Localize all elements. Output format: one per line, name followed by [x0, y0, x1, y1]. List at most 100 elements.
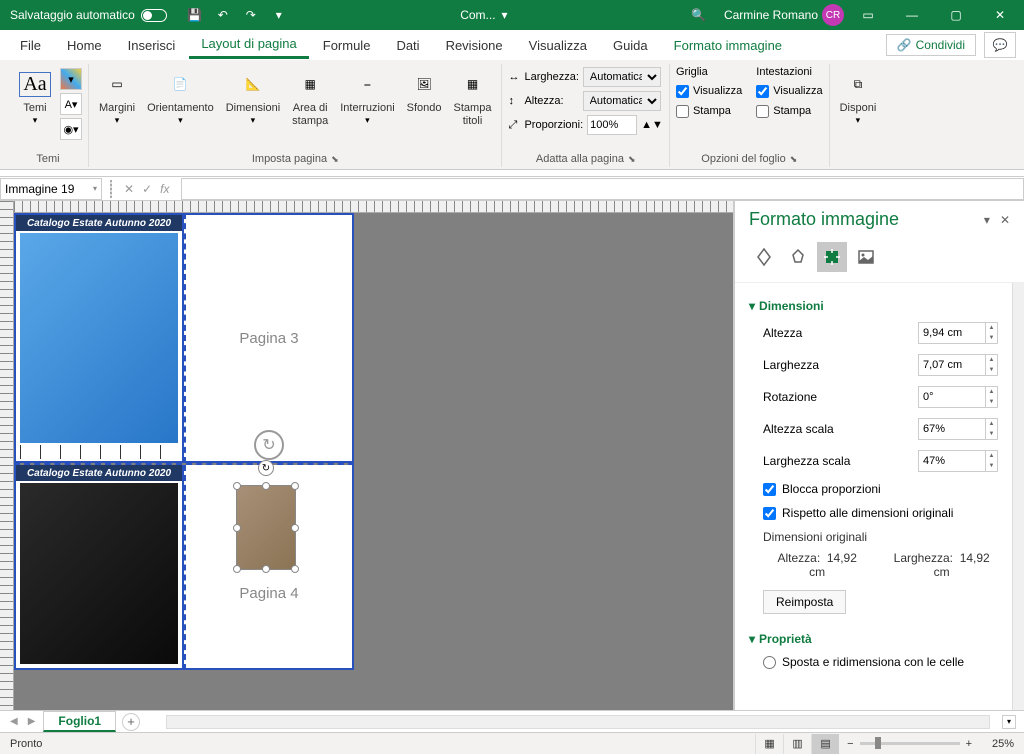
normal-view-button[interactable]: ▦ — [755, 734, 783, 754]
scale-width-input[interactable] — [918, 450, 986, 472]
fx-icon[interactable]: fx — [160, 182, 169, 196]
pane-options-icon[interactable]: ▾ — [984, 213, 990, 227]
resize-handle-w[interactable] — [233, 524, 241, 532]
print-area-button[interactable]: ▦Area di stampa — [288, 64, 332, 132]
page-rotate-icon[interactable]: ↻ — [254, 430, 284, 460]
undo-icon[interactable]: ↶ — [211, 3, 235, 27]
user-avatar[interactable]: CR — [822, 4, 844, 26]
enter-formula-icon[interactable]: ✓ — [142, 182, 152, 196]
horizontal-scrollbar[interactable] — [166, 715, 990, 729]
scale-launcher-icon[interactable]: ⬊ — [628, 154, 636, 165]
theme-effects-button[interactable]: ◉▾ — [60, 118, 82, 140]
selected-image[interactable]: ↻ — [236, 485, 296, 570]
rotation-handle[interactable]: ↻ — [258, 460, 274, 476]
tab-picture-format[interactable]: Formato immagine — [662, 31, 794, 59]
comments-button[interactable]: 💬 — [984, 32, 1016, 58]
fill-line-icon[interactable] — [749, 242, 779, 272]
sheet-nav-next[interactable]: ▶ — [26, 716, 38, 727]
tab-view[interactable]: Visualizza — [517, 31, 599, 59]
tab-file[interactable]: File — [8, 31, 53, 59]
rotation-input[interactable] — [918, 386, 986, 408]
lock-aspect-checkbox[interactable]: Blocca proporzioni — [749, 477, 998, 501]
formula-input[interactable] — [181, 178, 1024, 200]
sheet-options-launcher-icon[interactable]: ⬊ — [790, 154, 798, 165]
page-setup-launcher-icon[interactable]: ⬊ — [331, 154, 339, 165]
group-arrange: ⧉Disponi▾ — [830, 64, 887, 167]
relative-original-checkbox[interactable]: Rispetto alle dimensioni originali — [749, 501, 998, 525]
sheet-tab-foglio1[interactable]: Foglio1 — [43, 711, 116, 732]
orientation-button[interactable]: 📄Orientamento▾ — [143, 64, 218, 130]
move-size-radio[interactable]: Sposta e ridimensiona con le celle — [749, 650, 998, 674]
theme-colors-button[interactable]: ▾ — [60, 68, 82, 90]
size-button[interactable]: 📐Dimensioni▾ — [222, 64, 284, 130]
arrange-button[interactable]: ⧉Disponi▾ — [836, 64, 881, 130]
pane-opts-icon[interactable]: ▾ — [1002, 715, 1016, 729]
dimensions-section-header[interactable]: ▾ Dimensioni — [749, 295, 998, 317]
tab-home[interactable]: Home — [55, 31, 114, 59]
worksheet-canvas[interactable]: Catalogo Estate Autunno 2020 Pagina 3 Ca… — [0, 201, 734, 710]
share-button[interactable]: 🔗 Condividi — [886, 34, 976, 56]
width-input[interactable] — [918, 354, 986, 376]
resize-handle-nw[interactable] — [233, 482, 241, 490]
status-text: Pronto — [10, 738, 42, 750]
zoom-in-button[interactable]: + — [966, 738, 972, 750]
properties-section-header[interactable]: ▾ Proprietà — [749, 628, 998, 650]
tab-formulas[interactable]: Formule — [311, 31, 383, 59]
new-sheet-button[interactable]: + — [122, 713, 140, 731]
pane-close-icon[interactable]: ✕ — [1000, 213, 1010, 227]
maximize-button[interactable]: ▢ — [936, 0, 976, 30]
resize-handle-sw[interactable] — [233, 565, 241, 573]
gridlines-print-checkbox[interactable]: Stampa — [676, 102, 742, 120]
tab-insert[interactable]: Inserisci — [116, 31, 188, 59]
height-input[interactable] — [918, 322, 986, 344]
headings-print-checkbox[interactable]: Stampa — [756, 102, 822, 120]
tab-review[interactable]: Revisione — [434, 31, 515, 59]
tab-page-layout[interactable]: Layout di pagina — [189, 31, 308, 59]
sheet-tabs: ◀ ▶ Foglio1 + ▾ — [0, 710, 1024, 732]
title-dropdown-icon[interactable]: ▾ — [502, 8, 508, 22]
resize-handle-s[interactable] — [262, 565, 270, 573]
group-scale-label: Adatta alla pagina — [536, 153, 624, 165]
scale-height-select[interactable]: Automatica — [583, 91, 661, 111]
ribbon-display-icon[interactable]: ▭ — [848, 0, 888, 30]
search-icon[interactable]: 🔍 — [677, 8, 720, 22]
zoom-value[interactable]: 25% — [978, 738, 1014, 750]
pane-scrollbar[interactable] — [1012, 283, 1024, 710]
size-properties-icon[interactable] — [817, 242, 847, 272]
zoom-slider[interactable] — [860, 742, 960, 745]
scale-input[interactable] — [587, 115, 637, 135]
minimize-button[interactable]: — — [892, 0, 932, 30]
autosave-toggle[interactable] — [141, 9, 167, 22]
page-break-view-button[interactable]: ▤ — [811, 734, 839, 754]
margins-button[interactable]: ▭Margini▾ — [95, 64, 139, 130]
resize-handle-se[interactable] — [291, 565, 299, 573]
close-button[interactable]: ✕ — [980, 0, 1020, 30]
zoom-out-button[interactable]: − — [847, 738, 853, 750]
headings-view-checkbox[interactable]: Visualizza — [756, 82, 822, 100]
picture-icon[interactable] — [851, 242, 881, 272]
group-sheet-options-label: Opzioni del foglio — [701, 153, 785, 165]
sheet-nav-prev[interactable]: ◀ — [8, 716, 20, 727]
page-layout-view-button[interactable]: ▥ — [783, 734, 811, 754]
qat-more-icon[interactable]: ▾ — [267, 3, 291, 27]
breaks-button[interactable]: ⎯Interruzioni▾ — [336, 64, 398, 130]
resize-handle-e[interactable] — [291, 524, 299, 532]
background-button[interactable]: 🖼Sfondo — [403, 64, 446, 119]
user-name[interactable]: Carmine Romano — [724, 8, 818, 22]
scale-width-select[interactable]: Automatica — [583, 67, 661, 87]
resize-handle-n[interactable] — [262, 482, 270, 490]
reset-button[interactable]: Reimposta — [763, 590, 846, 614]
save-icon[interactable]: 💾 — [183, 3, 207, 27]
tab-data[interactable]: Dati — [384, 31, 431, 59]
print-titles-button[interactable]: ▦Stampa titoli — [450, 64, 496, 132]
scale-height-input[interactable] — [918, 418, 986, 440]
cancel-formula-icon[interactable]: ✕ — [124, 182, 134, 196]
theme-fonts-button[interactable]: A▾ — [60, 93, 82, 115]
themes-button[interactable]: Aa Temi ▾ — [14, 64, 56, 130]
gridlines-view-checkbox[interactable]: Visualizza — [676, 82, 742, 100]
tab-help[interactable]: Guida — [601, 31, 660, 59]
name-box[interactable]: Immagine 19▾ — [0, 178, 102, 200]
effects-icon[interactable] — [783, 242, 813, 272]
resize-handle-ne[interactable] — [291, 482, 299, 490]
redo-icon[interactable]: ↷ — [239, 3, 263, 27]
